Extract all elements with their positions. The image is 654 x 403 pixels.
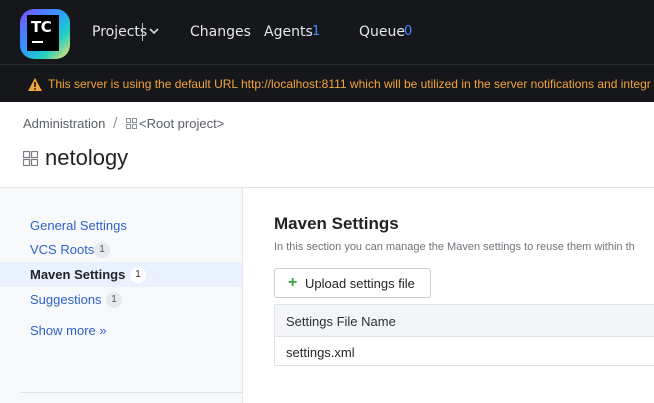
sidebar-item-label: Maven Settings bbox=[30, 267, 126, 282]
queue-count-badge: 0 bbox=[404, 24, 413, 39]
sidebar-item-vcs-roots[interactable]: VCS Roots 1 bbox=[0, 237, 242, 262]
page-title: netology bbox=[45, 145, 129, 170]
sidebar-item-label: Suggestions bbox=[30, 292, 102, 307]
settings-sidebar: General Settings VCS Roots 1 Maven Setti… bbox=[0, 188, 243, 403]
top-navigation-bar: TC Projects Changes Agents 1 Queue 0 bbox=[0, 0, 654, 64]
breadcrumb-administration[interactable]: Administration bbox=[23, 116, 105, 131]
breadcrumb-root-project[interactable]: <Root project> bbox=[139, 116, 224, 131]
breadcrumb-separator: / bbox=[113, 116, 118, 131]
column-header-settings-file-name: Settings File Name bbox=[286, 314, 396, 329]
sidebar-item-maven-settings[interactable]: Maven Settings 1 bbox=[0, 262, 242, 287]
upload-button-label: Upload settings file bbox=[305, 276, 415, 291]
project-grid-icon bbox=[126, 118, 137, 129]
sidebar-item-general-settings[interactable]: General Settings bbox=[0, 213, 242, 238]
nav-queue[interactable]: Queue bbox=[359, 24, 405, 40]
section-title: Maven Settings bbox=[274, 214, 399, 233]
logo-underline bbox=[32, 41, 43, 43]
section-description: In this section you can manage the Maven… bbox=[274, 241, 635, 253]
settings-file-name[interactable]: settings.xml bbox=[286, 345, 355, 360]
count-badge: 1 bbox=[130, 267, 146, 283]
nav-projects[interactable]: Projects bbox=[92, 24, 147, 40]
sidebar-item-label: General Settings bbox=[30, 218, 127, 233]
nav-changes[interactable]: Changes bbox=[190, 24, 251, 40]
upload-settings-file-button[interactable]: + Upload settings file bbox=[274, 268, 431, 298]
chevron-down-icon[interactable] bbox=[148, 26, 160, 36]
warning-icon bbox=[28, 78, 42, 91]
plus-icon: + bbox=[288, 274, 298, 291]
sidebar-item-suggestions[interactable]: Suggestions 1 bbox=[0, 287, 242, 312]
count-badge: 1 bbox=[106, 292, 122, 308]
table-row[interactable]: settings.xml bbox=[275, 337, 654, 366]
warning-text: This server is using the default URL htt… bbox=[48, 77, 651, 91]
count-badge: 1 bbox=[94, 242, 110, 258]
teamcity-logo[interactable]: TC bbox=[20, 9, 70, 59]
logo-text: TC bbox=[31, 18, 52, 36]
show-more-link[interactable]: Show more » bbox=[30, 323, 107, 338]
settings-files-table: Settings File Name settings.xml bbox=[274, 304, 654, 366]
nav-separator bbox=[142, 23, 143, 41]
server-url-warning-banner: This server is using the default URL htt… bbox=[0, 64, 654, 102]
nav-agents[interactable]: Agents bbox=[264, 24, 313, 40]
project-grid-icon bbox=[23, 151, 38, 166]
table-header: Settings File Name bbox=[275, 305, 654, 337]
sidebar-item-label: VCS Roots bbox=[30, 242, 95, 257]
sidebar-divider bbox=[20, 392, 242, 393]
agents-count-badge: 1 bbox=[312, 24, 321, 39]
